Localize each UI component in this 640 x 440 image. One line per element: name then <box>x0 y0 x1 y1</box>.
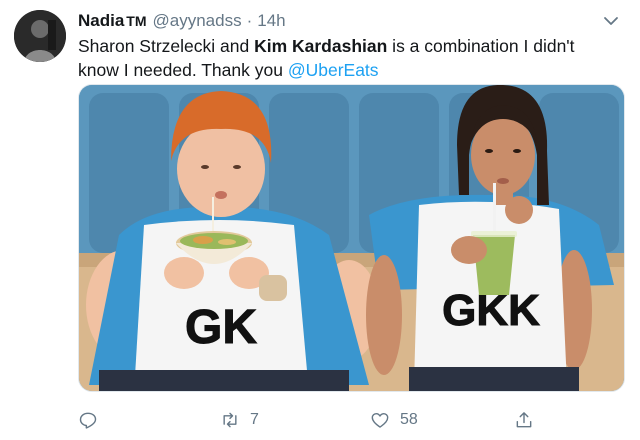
like-icon <box>371 412 389 428</box>
bold-name: Kim Kardashian <box>254 36 388 56</box>
retweet-count: 7 <box>250 411 259 428</box>
separator-dot: · <box>246 11 253 30</box>
media-logo-left: GK <box>185 301 257 354</box>
display-name[interactable]: Nadia TM <box>78 11 147 31</box>
avatar-image <box>14 10 66 62</box>
tweet[interactable]: Nadia TM @ayynadss · 14h Sharon Strzeleck… <box>0 0 640 440</box>
mention-link[interactable]: @UberEats <box>288 60 379 80</box>
tweet-header: Nadia TM @ayynadss · 14h <box>78 10 620 32</box>
user-handle[interactable]: @ayynadss <box>153 11 242 31</box>
like-count: 58 <box>400 411 418 428</box>
retweet-button[interactable]: 7 <box>220 406 259 434</box>
tweet-actions: 7 58 <box>78 406 538 434</box>
like-button[interactable]: 58 <box>370 406 418 434</box>
tweet-text: Sharon Strzelecki and Kim Kardashian is … <box>78 36 575 80</box>
retweet-icon <box>223 412 237 428</box>
media-photo: GK GKK <box>79 85 624 391</box>
avatar[interactable] <box>14 10 66 62</box>
share-icon <box>516 412 532 428</box>
reply-icon <box>79 412 97 429</box>
timestamp[interactable]: 14h <box>257 11 285 31</box>
share-button[interactable] <box>514 406 534 434</box>
chevron-down-icon[interactable] <box>602 12 620 30</box>
reply-button[interactable] <box>78 406 98 434</box>
tweet-media[interactable]: GK GKK <box>78 84 625 392</box>
